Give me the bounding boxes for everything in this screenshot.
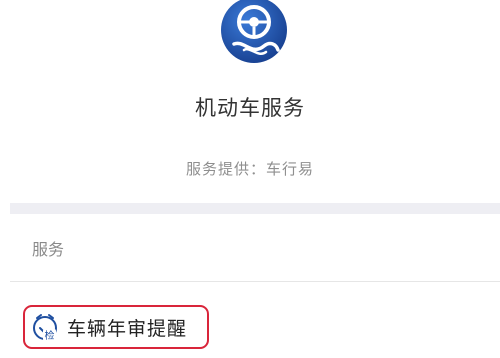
steering-wheel-logo-icon	[221, 0, 287, 63]
services-section-label: 服务	[32, 240, 65, 259]
service-provider-text: 服务提供：车行易	[185, 160, 314, 178]
section-divider	[10, 203, 500, 214]
row-divider	[10, 281, 500, 282]
inspection-reminder-icon: 检	[33, 314, 57, 342]
service-page: 机动车服务 服务提供：车行易 服务 检 车辆年审提醒	[0, 0, 500, 358]
service-item-annual-inspection-reminder[interactable]: 检 车辆年审提醒	[23, 305, 209, 349]
service-item-label: 车辆年审提醒	[67, 317, 188, 340]
inspection-icon-glyph: 检	[45, 329, 55, 342]
app-title: 机动车服务	[195, 96, 305, 120]
